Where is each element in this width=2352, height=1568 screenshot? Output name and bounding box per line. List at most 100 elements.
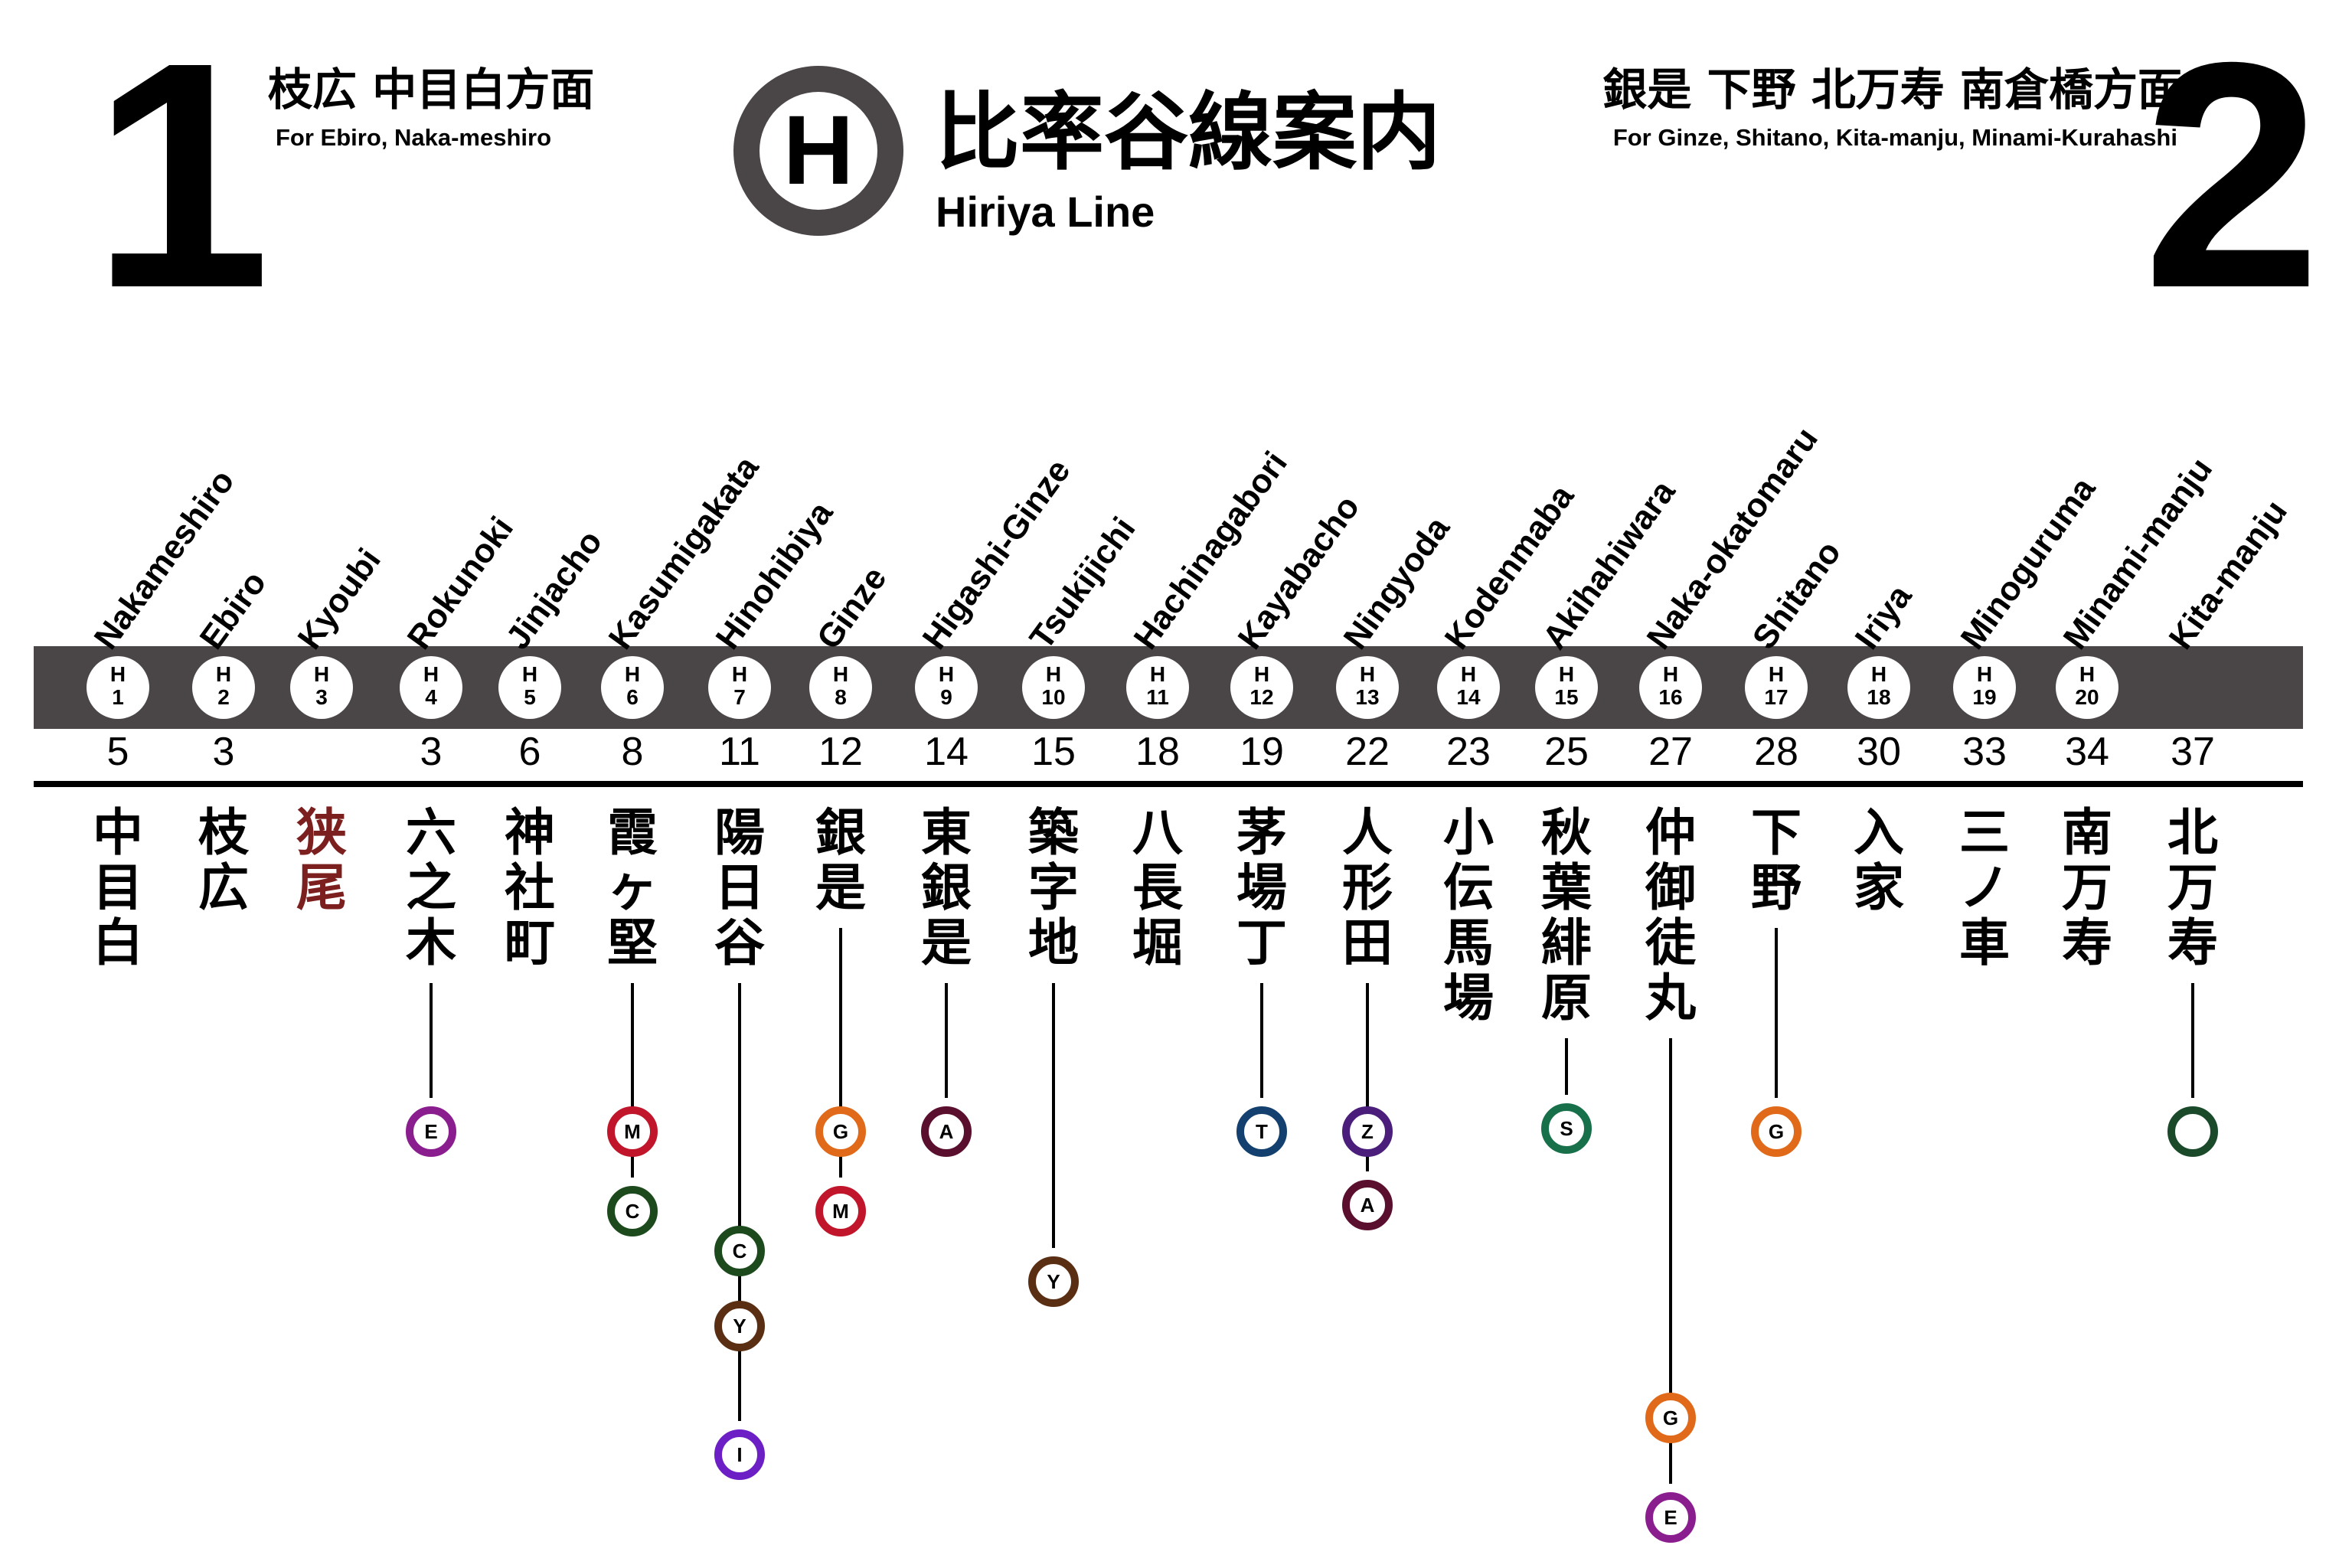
station-code-badge: H2 — [192, 656, 255, 719]
platform-number-right: 2 — [2142, 0, 2321, 355]
transfer-line-icon: E — [406, 1106, 456, 1157]
transfer-line-icon: S — [1541, 1103, 1592, 1154]
station-name-jp: 銀是 — [815, 803, 866, 917]
station-code-number: 9 — [940, 685, 952, 709]
hiriya-line-guide-board: 1 枝広 中目白方面 For Ebiro, Naka-meshiro H 比率谷… — [0, 0, 2352, 1568]
platform-number-left: 1 — [92, 0, 271, 355]
station-code-number: 10 — [1041, 685, 1066, 709]
transfer-line-icon: G — [1645, 1393, 1696, 1443]
station-code-badge: H 20 — [2056, 656, 2118, 719]
station-code-badge: H7 — [708, 656, 771, 719]
station-code-letter: H — [1359, 662, 1376, 686]
station-code-badge: H9 — [915, 656, 978, 719]
station-code-letter: H — [1045, 662, 1062, 686]
station-code-number: 18 — [1867, 685, 1891, 709]
station-code-letter: H — [2079, 662, 2096, 686]
station-code-number: 13 — [1355, 685, 1380, 709]
station-name-jp: 八長堀 — [1132, 803, 1183, 972]
transfer-line-icon: E — [1645, 1492, 1696, 1543]
station-code-letter: H — [521, 662, 538, 686]
transfer-line-icon: Y — [1028, 1256, 1079, 1307]
station-name-jp: 狭尾 — [296, 803, 347, 917]
transfer-line-icon: G — [1751, 1106, 1802, 1157]
station-code-letter: H — [832, 662, 849, 686]
station-code-number: 11 — [1146, 685, 1169, 709]
station-name-jp: 築字地 — [1028, 803, 1079, 972]
station-code-badge: H 13 — [1336, 656, 1399, 719]
transfer-line-icon: M — [607, 1106, 658, 1157]
station-minutes: 15 — [1031, 730, 1076, 774]
platform-right-destination-jp: 銀是 下野 北万寿 南倉橋方面 — [1602, 64, 2182, 116]
station-code-letter: H — [1976, 662, 1993, 686]
station-code-badge: H 17 — [1745, 656, 1808, 719]
transfer-line-icon: M — [815, 1186, 866, 1236]
station-name-jp: 茅場丁 — [1236, 803, 1287, 972]
station-code-number: 17 — [1764, 685, 1788, 709]
transfer-connector — [1260, 983, 1263, 1098]
station-name-jp: 三ノ車 — [1959, 803, 2010, 972]
hiriya-line-logo: H — [733, 66, 903, 236]
station-name-en: Jinjacho — [498, 523, 610, 657]
transfer-line-icon: Z — [1342, 1106, 1393, 1157]
station-minutes: 33 — [1962, 730, 2007, 774]
transfer-connector — [2191, 983, 2194, 1098]
transfer-line-icon: Y — [714, 1301, 765, 1351]
transfer-line-icon: A — [1342, 1180, 1393, 1230]
transfer-line-icon: I — [714, 1429, 765, 1480]
station-code-badge: H8 — [809, 656, 872, 719]
station-code-badge: H 19 — [1953, 656, 2016, 719]
page-subtitle: Hiriya Line — [936, 188, 1155, 236]
station-code-number: 14 — [1456, 685, 1481, 709]
station-name-jp: 南万寿 — [2062, 803, 2112, 972]
station-code-badge: H 15 — [1535, 656, 1598, 719]
station-minutes: 6 — [518, 730, 541, 774]
station-name-jp: 枝広 — [198, 803, 249, 917]
station-code-number: 12 — [1250, 685, 1274, 709]
station-code-letter: H — [731, 662, 748, 686]
station-code-number: 3 — [315, 685, 328, 709]
station-code-number: 1 — [112, 685, 124, 709]
station-name-en: Iriya — [1847, 578, 1919, 657]
transfer-line-icon: C — [607, 1186, 658, 1236]
platform-right-destination-en: For Ginze, Shitano, Kita-manju, Minami-K… — [1612, 124, 2177, 151]
station-minutes: 28 — [1754, 730, 1798, 774]
station-minutes: 27 — [1648, 730, 1693, 774]
station-code-badge: H4 — [400, 656, 462, 719]
platform-left-destination-jp: 枝広 中目白方面 — [268, 64, 595, 116]
divider-rule — [34, 781, 2303, 787]
station-code-badge: H 14 — [1437, 656, 1500, 719]
station-minutes: 34 — [2065, 730, 2109, 774]
station-minutes: 12 — [818, 730, 863, 774]
station-minutes: 14 — [924, 730, 969, 774]
station-name-en: Ginze — [809, 560, 894, 657]
station-name-en: Kyoubi — [290, 541, 388, 657]
station-name-en: Tsukijichi — [1022, 510, 1143, 657]
station-name-jp: 六之木 — [406, 803, 456, 972]
station-name-en: Ebiro — [192, 564, 274, 657]
station-minutes: 3 — [212, 730, 235, 774]
station-code-badge: H 11 — [1126, 656, 1189, 719]
station-minutes: 3 — [420, 730, 443, 774]
station-code-letter: H — [938, 662, 955, 686]
station-minutes: 19 — [1240, 730, 1284, 774]
station-name-jp: 東銀是 — [921, 803, 972, 972]
station-minutes: 18 — [1135, 730, 1180, 774]
station-code-number: 2 — [217, 685, 230, 709]
station-code-badge: H6 — [601, 656, 664, 719]
station-code-letter: H — [1460, 662, 1477, 686]
station-code-letter: H — [624, 662, 641, 686]
station-code-badge: H1 — [87, 656, 149, 719]
transfer-line-icon: A — [921, 1106, 972, 1157]
station-code-badge: H5 — [498, 656, 561, 719]
station-code-number: 16 — [1658, 685, 1683, 709]
station-code-number: 7 — [733, 685, 746, 709]
station-code-letter: H — [1558, 662, 1575, 686]
station-name-jp: 下野 — [1751, 803, 1802, 917]
station-code-letter: H — [423, 662, 439, 686]
station-name-jp: 中目白 — [93, 803, 143, 972]
transfer-connector — [1052, 983, 1055, 1248]
station-name-jp: 秋葉緋原 — [1541, 803, 1592, 1027]
station-code-number: 19 — [1972, 685, 1997, 709]
station-code-badge: H 18 — [1847, 656, 1910, 719]
transfer-connector — [738, 983, 741, 1421]
